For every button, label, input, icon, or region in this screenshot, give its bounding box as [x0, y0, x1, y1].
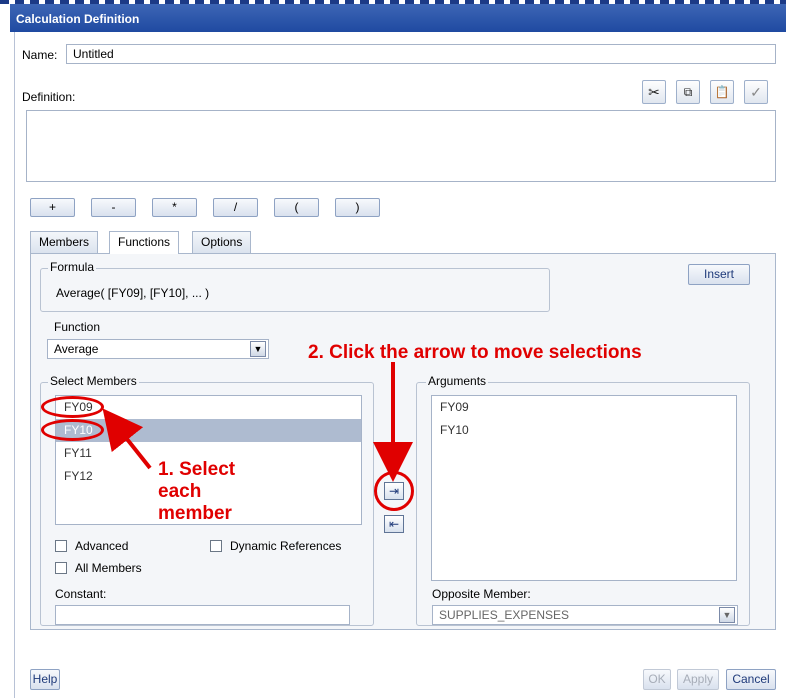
- arguments-list[interactable]: FY09 FY10: [431, 395, 737, 581]
- move-left-button[interactable]: ⇤: [384, 515, 404, 533]
- move-right-arrow-icon: ⇥: [388, 484, 400, 498]
- tab-functions[interactable]: Functions: [109, 231, 180, 254]
- dynamic-references-checkbox[interactable]: [210, 540, 222, 552]
- opposite-member-label: Opposite Member:: [432, 587, 531, 601]
- help-button[interactable]: Help: [30, 669, 60, 690]
- dynamic-references-label: Dynamic References: [230, 539, 342, 553]
- all-members-checkbox[interactable]: [55, 562, 67, 574]
- advanced-checkbox[interactable]: [55, 540, 67, 552]
- arguments-legend: Arguments: [426, 374, 489, 388]
- advanced-label: Advanced: [75, 539, 129, 553]
- constant-label: Constant:: [55, 587, 107, 601]
- constant-input[interactable]: [55, 605, 350, 625]
- dynamic-references-option[interactable]: Dynamic References: [210, 539, 341, 553]
- opposite-member-value: SUPPLIES_EXPENSES: [439, 608, 570, 622]
- move-left-arrow-icon: ⇤: [388, 517, 400, 531]
- all-members-option[interactable]: All Members: [55, 561, 142, 575]
- opposite-member-select[interactable]: SUPPLIES_EXPENSES ▼: [432, 605, 738, 625]
- all-members-label: All Members: [75, 561, 142, 575]
- ok-button[interactable]: OK: [643, 669, 671, 690]
- list-item[interactable]: FY09: [432, 396, 736, 419]
- apply-button[interactable]: Apply: [677, 669, 719, 690]
- list-item[interactable]: FY10: [432, 419, 736, 442]
- cancel-button[interactable]: Cancel: [726, 669, 776, 690]
- chevron-down-icon[interactable]: ▼: [719, 607, 735, 623]
- step1-arrow: [102, 408, 152, 470]
- move-right-button[interactable]: ⇥: [384, 482, 404, 500]
- advanced-option[interactable]: Advanced: [55, 539, 128, 553]
